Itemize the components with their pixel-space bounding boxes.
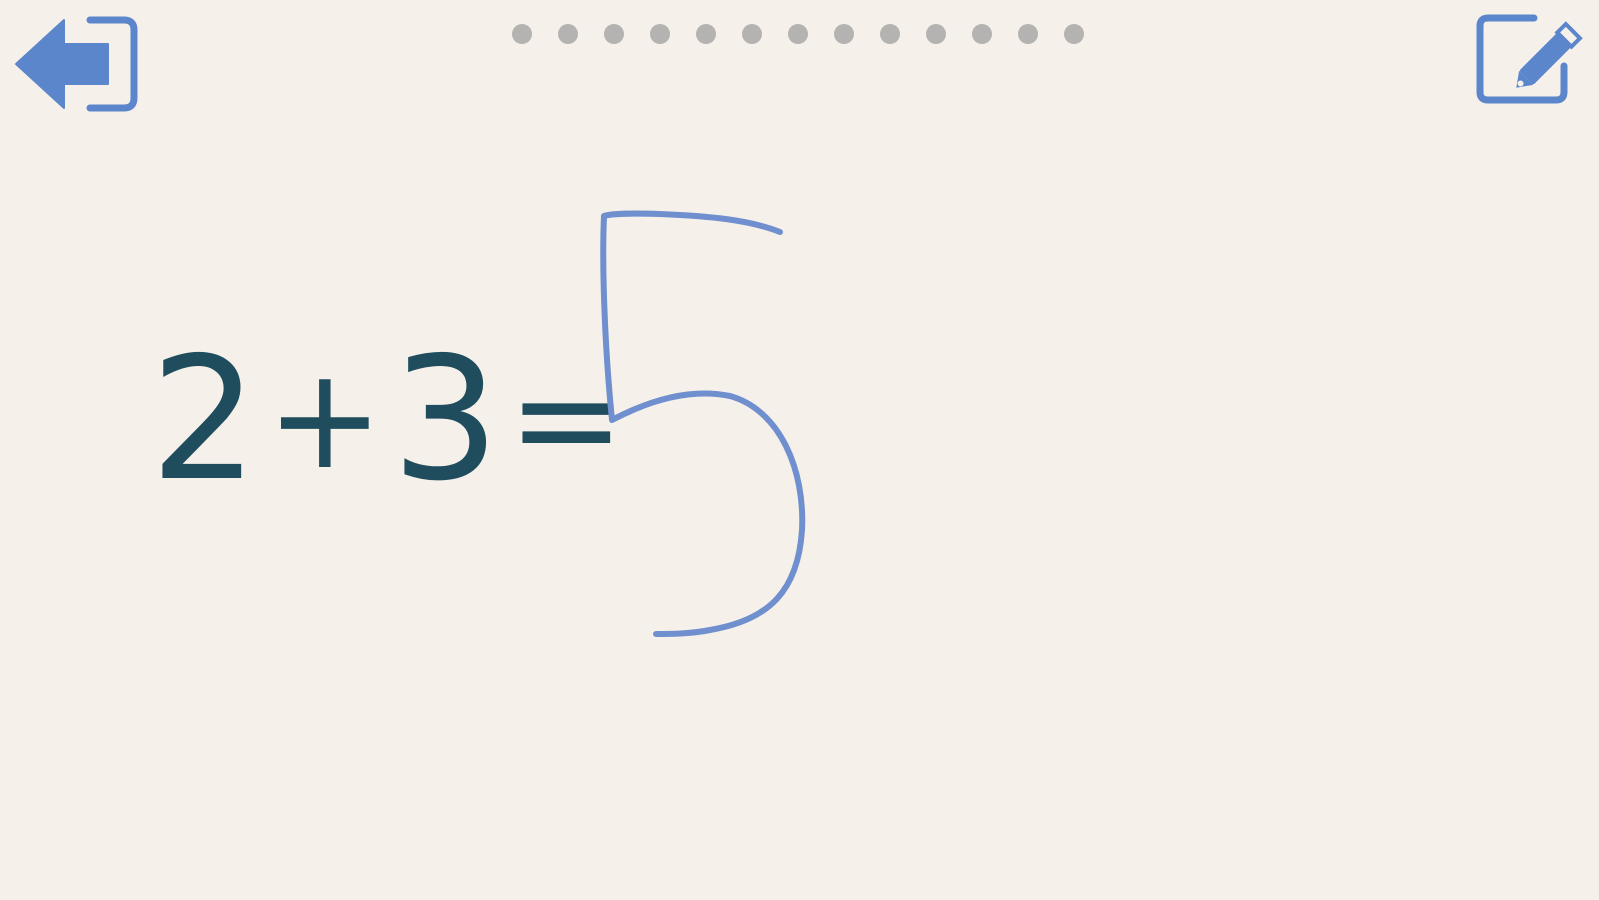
operand-a: 2 (150, 321, 261, 519)
answer-drawing-area[interactable]: 5 (590, 200, 840, 660)
progress-dot (650, 24, 670, 44)
pencil-edit-icon (1476, 14, 1583, 104)
progress-dot (742, 24, 762, 44)
progress-dot (972, 24, 992, 44)
progress-dot (1018, 24, 1038, 44)
progress-dot (880, 24, 900, 44)
handwritten-answer (600, 210, 806, 637)
edit-button[interactable] (1474, 10, 1592, 108)
exit-arrow-icon (15, 16, 138, 112)
exit-button[interactable] (12, 12, 142, 117)
progress-dot (604, 24, 624, 44)
math-problem: 2 + 3 = (150, 335, 633, 505)
progress-dots (512, 24, 1092, 44)
plus-operator: + (266, 338, 386, 501)
progress-dot (834, 24, 854, 44)
progress-dot (1064, 24, 1084, 44)
progress-dot (512, 24, 532, 44)
progress-dot (696, 24, 716, 44)
progress-dot (926, 24, 946, 44)
progress-dot (558, 24, 578, 44)
progress-dot (788, 24, 808, 44)
operand-b: 3 (391, 321, 502, 519)
